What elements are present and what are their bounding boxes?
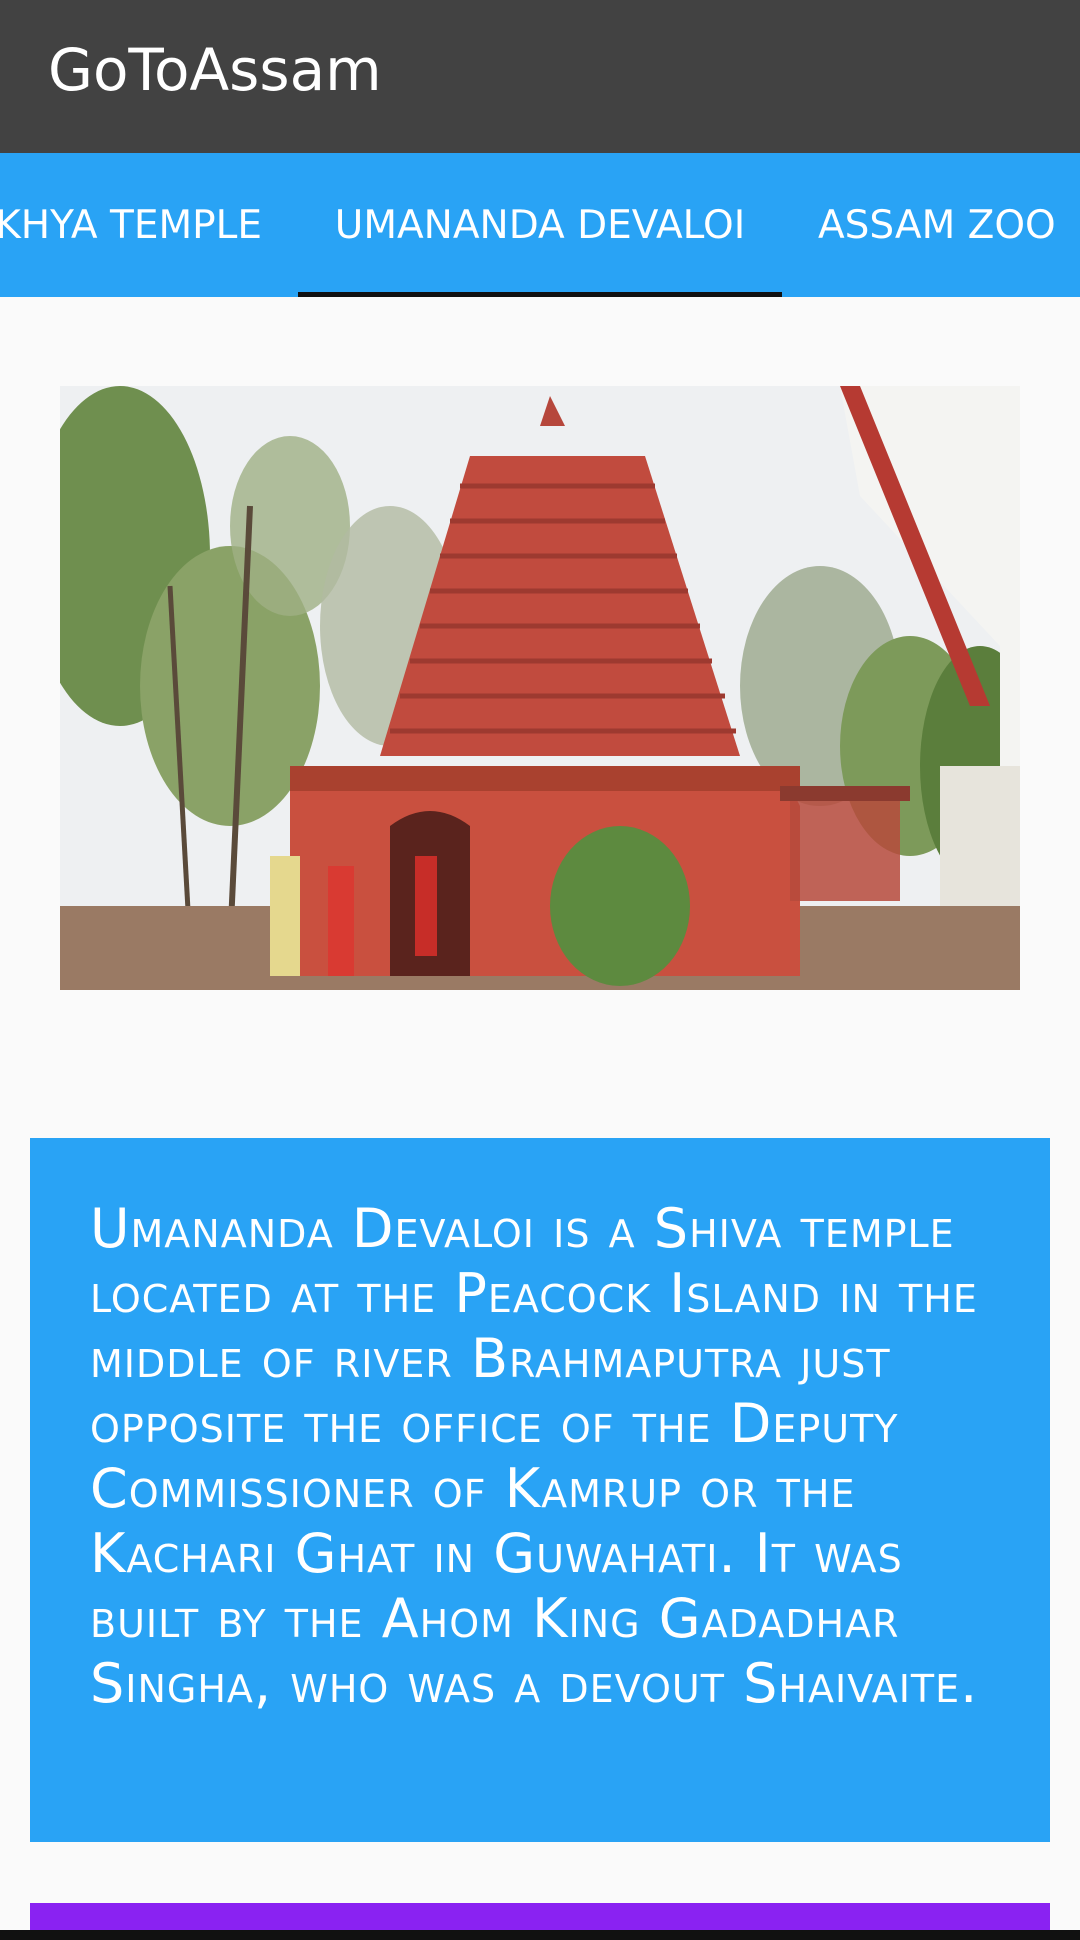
app-title: GoToAssam — [48, 36, 382, 104]
bottom-edge — [0, 1930, 1080, 1940]
tab-assam-zoo[interactable]: ASSAM ZOO — [782, 153, 1080, 297]
temple-photo-illustration — [60, 386, 1020, 990]
selected-tab-indicator — [298, 292, 782, 297]
tab-umananda-devaloi[interactable]: UMANANDA DEVALOI — [298, 153, 782, 297]
app-bar: GoToAssam — [0, 0, 1080, 153]
description-text: Umananda Devaloi is a Shiva temple locat… — [90, 1197, 979, 1715]
tab-kamakhya-temple[interactable]: KHYA TEMPLE — [0, 153, 298, 297]
temple-photo — [60, 386, 1020, 990]
description-card: Umananda Devaloi is a Shiva temple locat… — [30, 1138, 1050, 1842]
tab-bar: KHYA TEMPLE UMANANDA DEVALOI ASSAM ZOO — [0, 153, 1080, 297]
